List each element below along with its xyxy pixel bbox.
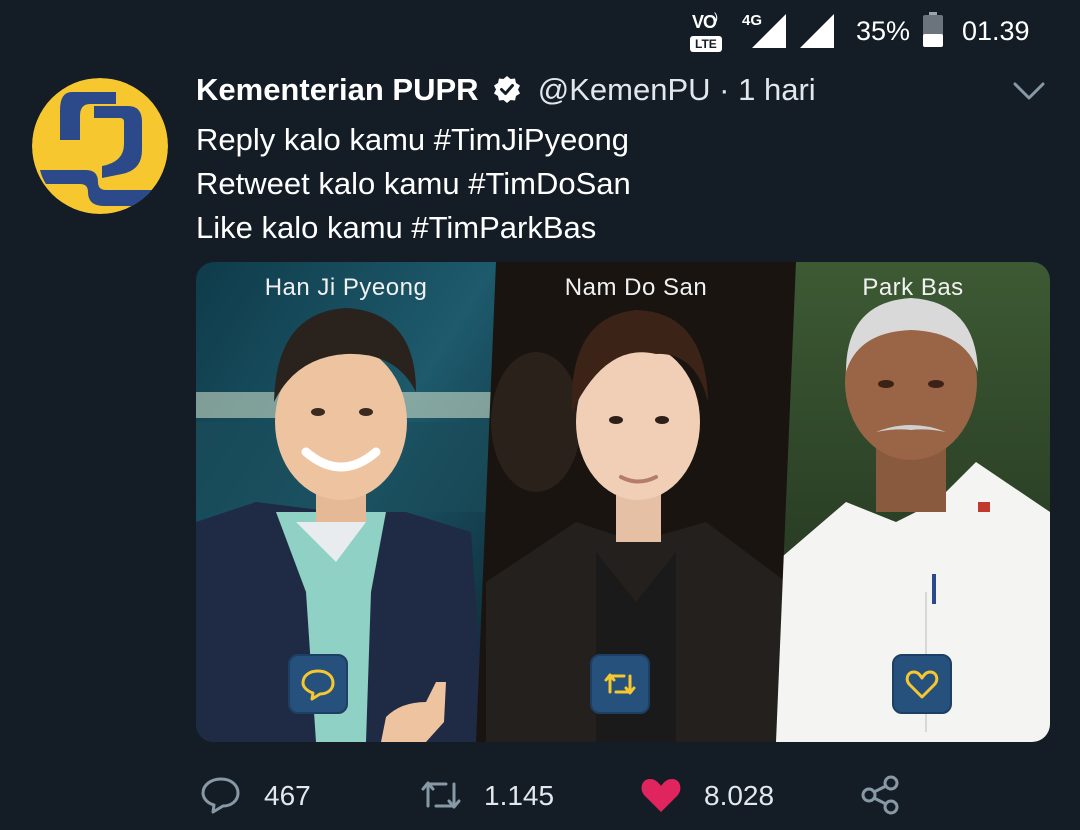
panel-name-nam-do-san: Nam Do San <box>564 274 708 301</box>
avatar[interactable] <box>32 78 168 214</box>
chevron-down-icon[interactable] <box>1012 80 1046 102</box>
author-handle[interactable]: @KemenPU <box>538 72 711 107</box>
reply-count: 467 <box>264 780 311 811</box>
media-panel-nam-do-san: Nam Do San <box>476 262 796 742</box>
tweet-line-like: Like kalo kamu #TimParkBas <box>196 210 597 245</box>
tweet-text: Reply kalo kamu #TimJiPyeong Retweet kal… <box>196 118 631 250</box>
retweet-count: 1.145 <box>484 780 555 811</box>
battery-percentage: 35% <box>856 16 911 46</box>
signal-icon-2 <box>800 14 834 48</box>
like-tag-button <box>892 654 952 714</box>
clock: 01.39 <box>962 16 1030 46</box>
retweet-icon <box>604 673 636 695</box>
signal-icon <box>752 14 786 48</box>
retweet-tag-button <box>590 654 650 714</box>
lte-label: LTE <box>690 36 722 52</box>
like-count: 8.028 <box>704 780 775 811</box>
tweet-media-image[interactable]: Han Ji Pyeong Nam Do San Park Bas <box>196 262 1050 742</box>
tweet-action-bar: 467 1.145 8.028 <box>0 770 1080 826</box>
media-panel-park-bas: Park Bas <box>776 262 1050 742</box>
tweet-time[interactable]: 1 hari <box>738 72 816 107</box>
tweet-line-retweet: Retweet kalo kamu #TimDoSan <box>196 166 631 201</box>
verified-badge-icon <box>494 75 521 103</box>
reply-tag-button <box>288 654 348 714</box>
tweet-line-reply: Reply kalo kamu #TimJiPyeong <box>196 122 630 157</box>
tweet-header: Kementerian PUPR @KemenPU · 1 hari <box>196 72 816 108</box>
retweet-icon[interactable] <box>418 774 464 816</box>
battery-icon <box>923 12 943 47</box>
author-name[interactable]: Kementerian PUPR <box>196 72 479 107</box>
share-icon[interactable] <box>860 774 900 816</box>
like-heart-icon[interactable] <box>638 774 684 816</box>
pupr-logo-icon <box>32 78 168 214</box>
reply-bubble-icon <box>301 669 335 701</box>
reply-icon[interactable] <box>200 774 242 816</box>
heart-icon <box>905 670 939 699</box>
volte-indicator: VO ) LTE <box>690 10 736 56</box>
separator-dot: · <box>719 72 730 107</box>
status-bar: VO ) LTE 4G 35% 01.39 <box>0 0 1080 62</box>
volte-label: VO <box>692 12 717 32</box>
panel-name-han-ji-pyeong: Han Ji Pyeong <box>264 274 428 301</box>
panel-name-park-bas: Park Bas <box>862 274 964 301</box>
media-panel-han-ji-pyeong: Han Ji Pyeong <box>196 262 496 742</box>
